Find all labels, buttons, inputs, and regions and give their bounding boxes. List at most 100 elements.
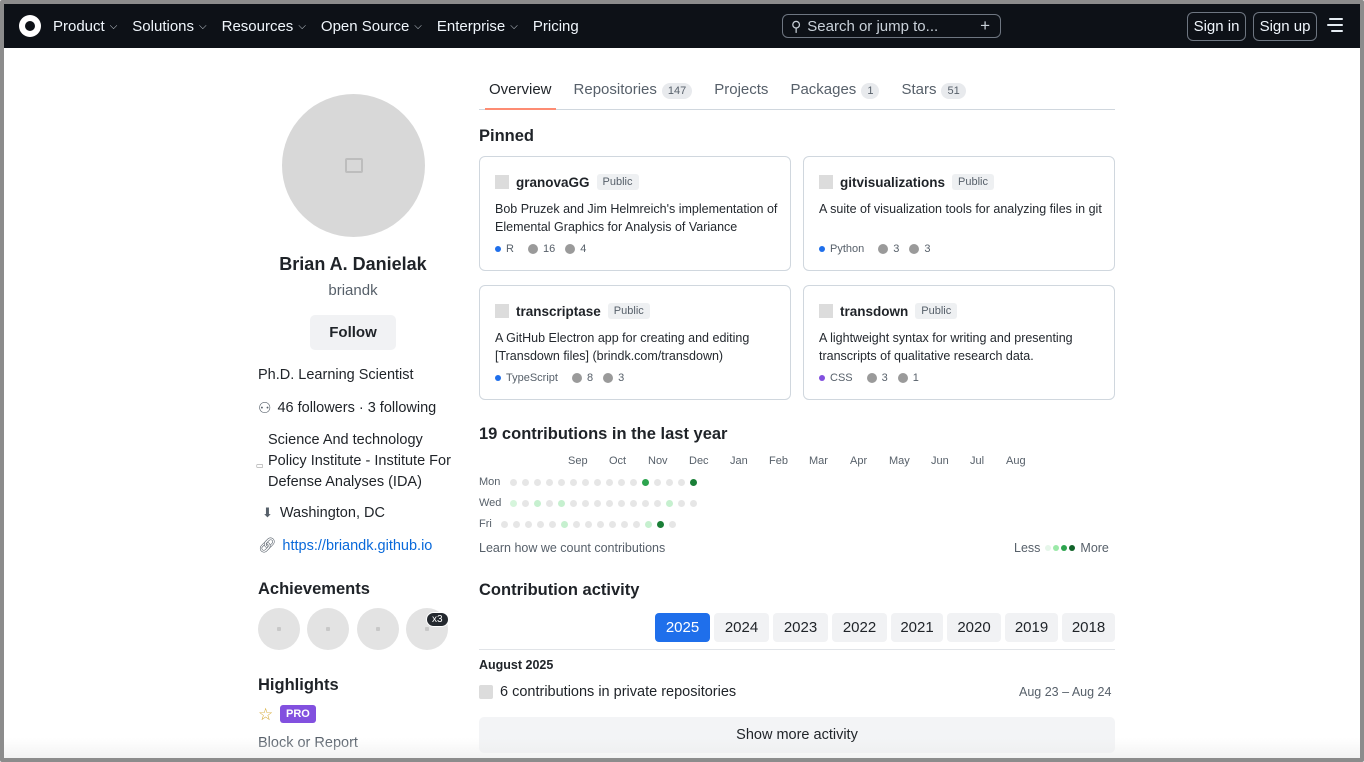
year-button[interactable]: 2025 (655, 613, 710, 642)
contribution-day-cell[interactable] (666, 479, 673, 486)
link-icon: 🔗︎ (258, 538, 277, 554)
contribution-day-cell[interactable] (513, 521, 520, 528)
nav-product[interactable]: Product ⌵ (53, 18, 117, 35)
show-more-activity-button[interactable]: Show more activity (479, 717, 1115, 753)
repo-stars[interactable]: 3 (893, 243, 899, 255)
contribution-day-cell[interactable] (666, 500, 673, 507)
repo-name-link[interactable]: transdown (840, 304, 908, 319)
contribution-day-cell[interactable] (606, 500, 613, 507)
tab-stars[interactable]: Stars 51 (891, 78, 975, 109)
contribution-day-cell[interactable] (546, 479, 553, 486)
contribution-day-cell[interactable] (678, 479, 685, 486)
repo-name-link[interactable]: transcriptase (516, 304, 601, 319)
contribution-day-cell[interactable] (558, 479, 565, 486)
repo-forks[interactable]: 4 (580, 243, 586, 255)
contribution-day-cell[interactable] (558, 500, 565, 507)
contribution-day-cell[interactable] (678, 500, 685, 507)
github-logo-icon[interactable] (19, 15, 41, 37)
contribution-day-cell[interactable] (597, 521, 604, 528)
contribution-day-cell[interactable] (606, 479, 613, 486)
contribution-day-cell[interactable] (582, 479, 589, 486)
contribution-day-cell[interactable] (642, 500, 649, 507)
year-button[interactable]: 2024 (714, 613, 769, 642)
contribution-day-cell[interactable] (645, 521, 652, 528)
contribution-day-cell[interactable] (657, 521, 664, 528)
repo-stars[interactable]: 8 (587, 372, 593, 384)
repo-stars[interactable]: 16 (543, 243, 555, 255)
month-label: Jun (931, 455, 949, 467)
contribution-day-cell[interactable] (621, 521, 628, 528)
contribution-day-cell[interactable] (522, 500, 529, 507)
contribution-day-cell[interactable] (501, 521, 508, 528)
achievement-badge[interactable] (307, 608, 349, 650)
contribution-day-cell[interactable] (534, 479, 541, 486)
achievement-badge[interactable] (357, 608, 399, 650)
contribution-day-cell[interactable] (525, 521, 532, 528)
repo-forks[interactable]: 3 (618, 372, 624, 384)
contribution-day-cell[interactable] (642, 479, 649, 486)
contribution-day-cell[interactable] (690, 500, 697, 507)
contribution-day-cell[interactable] (594, 479, 601, 486)
contribution-day-cell[interactable] (570, 500, 577, 507)
nav-solutions[interactable]: Solutions ⌵ (132, 18, 206, 35)
contribution-day-cell[interactable] (549, 521, 556, 528)
contribution-day-cell[interactable] (630, 500, 637, 507)
year-button[interactable]: 2019 (1005, 613, 1058, 642)
repo-stars[interactable]: 3 (882, 372, 888, 384)
search-input[interactable]: ⚲ Search or jump to... + (782, 14, 1001, 38)
contribution-day-cell[interactable] (537, 521, 544, 528)
contribution-day-cell[interactable] (582, 500, 589, 507)
year-button[interactable]: 2021 (891, 613, 943, 642)
follow-button[interactable]: Follow (310, 315, 396, 350)
contribution-day-cell[interactable] (510, 479, 517, 486)
repo-name-link[interactable]: gitvisualizations (840, 175, 945, 190)
nav-open-source[interactable]: Open Source ⌵ (321, 18, 422, 35)
learn-contributions-link[interactable]: Learn how we count contributions (479, 541, 665, 555)
menu-icon[interactable] (1327, 18, 1343, 34)
year-button[interactable]: 2020 (947, 613, 1001, 642)
year-button[interactable]: 2023 (773, 613, 828, 642)
contribution-day-cell[interactable] (618, 479, 625, 486)
website-link[interactable]: https://briandk.github.io (282, 538, 432, 554)
contribution-day-cell[interactable] (546, 500, 553, 507)
language-color-dot (819, 375, 825, 381)
repo-forks[interactable]: 3 (924, 243, 930, 255)
contribution-day-cell[interactable] (585, 521, 592, 528)
contribution-day-cell[interactable] (561, 521, 568, 528)
sign-in-button[interactable]: Sign in (1187, 12, 1246, 41)
contribution-day-cell[interactable] (534, 500, 541, 507)
sign-up-button[interactable]: Sign up (1253, 12, 1317, 41)
contribution-day-cell[interactable] (654, 500, 661, 507)
contribution-day-cell[interactable] (618, 500, 625, 507)
contribution-day-cell[interactable] (669, 521, 676, 528)
repo-name-link[interactable]: granovaGG (516, 175, 590, 190)
tab-overview[interactable]: Overview (479, 78, 562, 110)
achievements-heading: Achievements (258, 580, 370, 598)
repo-forks[interactable]: 1 (913, 372, 919, 384)
nav-enterprise[interactable]: Enterprise ⌵ (437, 18, 518, 35)
plus-icon[interactable]: + (980, 16, 990, 36)
tab-repositories[interactable]: Repositories 147 (564, 78, 703, 109)
followers-link[interactable]: ⚇ 46 followers · 3 following (258, 399, 436, 417)
contribution-day-cell[interactable] (654, 479, 661, 486)
tab-packages[interactable]: Packages 1 (780, 78, 889, 109)
block-or-report-link[interactable]: Block or Report (258, 735, 358, 751)
nav-resources[interactable]: Resources ⌵ (222, 18, 306, 35)
contribution-day-cell[interactable] (510, 500, 517, 507)
nav-pricing[interactable]: Pricing (533, 18, 579, 35)
contribution-day-cell[interactable] (633, 521, 640, 528)
achievement-badge[interactable] (258, 608, 300, 650)
year-button[interactable]: 2018 (1062, 613, 1115, 642)
contribution-day-cell[interactable] (609, 521, 616, 528)
tab-projects[interactable]: Projects (704, 78, 778, 109)
repo-language: R (506, 243, 514, 255)
year-button[interactable]: 2022 (832, 613, 887, 642)
contribution-legend: Less More (1014, 541, 1109, 555)
contribution-day-cell[interactable] (690, 479, 697, 486)
contribution-day-cell[interactable] (630, 479, 637, 486)
contribution-day-cell[interactable] (573, 521, 580, 528)
lock-icon (479, 685, 493, 699)
contribution-day-cell[interactable] (570, 479, 577, 486)
contribution-day-cell[interactable] (522, 479, 529, 486)
contribution-day-cell[interactable] (594, 500, 601, 507)
